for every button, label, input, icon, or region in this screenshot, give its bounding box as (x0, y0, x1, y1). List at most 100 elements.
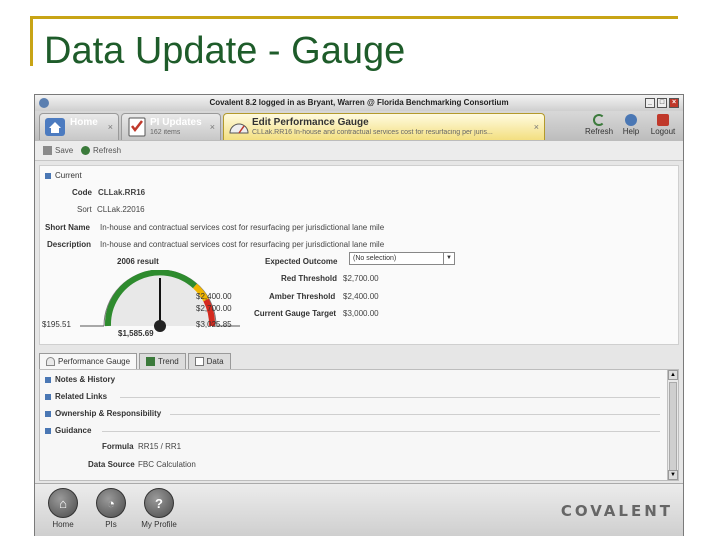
details-scrollbar[interactable]: ▲ ▼ (667, 370, 678, 480)
sort-value: CLLak.22016 (97, 205, 145, 214)
logout-tool-label: Logout (650, 127, 676, 136)
refresh-icon (593, 114, 605, 126)
speedometer-icon: ◔ (96, 488, 126, 518)
tab-home-close-icon[interactable]: × (108, 122, 113, 132)
save-icon (43, 146, 52, 155)
tab-performance-gauge[interactable]: Performance Gauge (39, 353, 138, 369)
chevron-down-icon: ▼ (443, 253, 454, 264)
logout-tool-button[interactable]: Logout (649, 113, 677, 136)
guidance-label: Guidance (55, 426, 92, 435)
gauge-target-label: Current Gauge Target (254, 309, 337, 318)
tab-pi-updates-label: PI Updates (150, 117, 202, 128)
divider (170, 414, 660, 415)
tab-edit-gauge-subtitle: CLLak.RR16 In-house and contractual serv… (252, 129, 493, 136)
description-label: Description (47, 240, 92, 249)
help-tool-label: Help (622, 127, 640, 136)
action-toolbar: Save Refresh (35, 141, 683, 161)
ownership-label: Ownership & Responsibility (55, 409, 162, 418)
notes-history-label: Notes & History (55, 375, 116, 384)
expected-outcome-label: Expected Outcome (265, 257, 338, 266)
refresh-tool-label: Refresh (585, 127, 614, 136)
refresh-tool-button[interactable]: Refresh (585, 113, 613, 136)
expand-icon (45, 376, 51, 383)
refresh-button[interactable]: Refresh (81, 146, 121, 155)
tab-performance-gauge-label: Performance Gauge (58, 357, 131, 366)
slide-left-rule (30, 16, 33, 66)
gauge-mark1-label: $2,400.00 (196, 292, 232, 301)
help-tool-button[interactable]: Help (617, 113, 645, 136)
expand-icon (45, 410, 51, 417)
app-icon (39, 98, 49, 108)
current-heading: Current (55, 171, 82, 180)
short-name-value: In-house and contractual services cost f… (100, 223, 385, 232)
tab-pi-updates-close-icon[interactable]: × (210, 122, 215, 132)
tab-data-label: Data (206, 357, 224, 366)
window-titlebar: Covalent 8.2 logged in as Bryant, Warren… (35, 95, 683, 111)
tab-home[interactable]: Home × (39, 113, 119, 140)
help-icon (625, 114, 637, 126)
expected-outcome-select[interactable]: (No selection) ▼ (349, 252, 455, 265)
refresh-small-icon (81, 146, 90, 155)
guidance-section[interactable]: Guidance (45, 426, 91, 435)
close-window-button[interactable]: × (669, 98, 679, 108)
minimize-button[interactable]: _ (645, 98, 655, 108)
save-button[interactable]: Save (43, 146, 73, 155)
trend-icon (146, 357, 156, 366)
brand-logo: COVALENT (560, 502, 673, 520)
scroll-thumb[interactable] (669, 382, 677, 472)
result-year-label: 2006 result (117, 257, 159, 266)
related-links-section[interactable]: Related Links (45, 392, 107, 401)
nav-pis-button[interactable]: ◔ PIs (91, 488, 131, 529)
refresh-label: Refresh (93, 146, 122, 155)
bottom-nav: ⌂ Home ◔ PIs ? My Profile COVALENT (35, 483, 683, 536)
formula-label: Formula (102, 442, 134, 451)
nav-profile-label: My Profile (141, 520, 177, 529)
tab-edit-gauge-label: Edit Performance Gauge (252, 117, 369, 128)
notes-history-section[interactable]: Notes & History (45, 375, 115, 384)
tab-pi-updates-count: 162 items (150, 129, 181, 136)
nav-profile-button[interactable]: ? My Profile (139, 488, 179, 529)
amber-threshold-value: $2,400.00 (343, 292, 379, 301)
gauge-hub (154, 320, 166, 332)
nav-pis-label: PIs (105, 520, 117, 529)
divider (120, 397, 660, 398)
current-panel: Current Code CLLak.RR16 Sort CLLak.22016… (39, 165, 679, 345)
red-threshold-value: $2,700.00 (343, 274, 379, 283)
data-grid-icon (194, 357, 204, 366)
related-links-label: Related Links (55, 392, 108, 401)
tab-edit-gauge-close-icon[interactable]: × (534, 122, 539, 132)
tab-trend-label: Trend (158, 357, 179, 366)
red-threshold-label: Red Threshold (281, 274, 338, 283)
gauge-icon (229, 123, 249, 134)
gauge-max-label: $3,025.85 (196, 320, 232, 329)
tab-bar: Home × PI Updates 162 items × Edit Perfo… (35, 111, 683, 141)
gauge-value-label: $1,585.69 (118, 329, 154, 338)
data-source-label: Data Source (88, 460, 135, 469)
short-name-label: Short Name (45, 223, 90, 232)
nav-home-button[interactable]: ⌂ Home (43, 488, 83, 529)
ownership-section[interactable]: Ownership & Responsibility (45, 409, 161, 418)
details-panel: Notes & History Related Links Ownership … (39, 369, 679, 481)
lower-tab-bar: Performance Gauge Trend Data (39, 353, 231, 369)
tab-edit-performance-gauge[interactable]: Edit Performance Gauge CLLak.RR16 In-hou… (223, 113, 545, 140)
collapse-icon (45, 427, 51, 434)
section-bullet-icon (45, 172, 51, 179)
slide-top-rule (30, 16, 678, 19)
current-section-header[interactable]: Current (45, 171, 82, 180)
amber-threshold-label: Amber Threshold (269, 292, 336, 301)
question-icon: ? (144, 488, 174, 518)
tab-trend[interactable]: Trend (139, 353, 186, 369)
formula-value: RR15 / RR1 (138, 442, 182, 451)
tab-pi-updates[interactable]: PI Updates 162 items × (121, 113, 221, 140)
slide-title: Data Update - Gauge (44, 30, 406, 72)
home-icon (45, 118, 65, 136)
tab-home-label: Home (70, 117, 98, 128)
app-window: Covalent 8.2 logged in as Bryant, Warren… (34, 94, 684, 536)
scroll-up-icon[interactable]: ▲ (668, 370, 678, 380)
scroll-down-icon[interactable]: ▼ (668, 470, 678, 480)
expand-icon (45, 393, 51, 400)
logout-icon (657, 114, 669, 126)
nav-home-label: Home (52, 520, 74, 529)
tab-data[interactable]: Data (187, 353, 231, 369)
maximize-button[interactable]: □ (657, 98, 667, 108)
